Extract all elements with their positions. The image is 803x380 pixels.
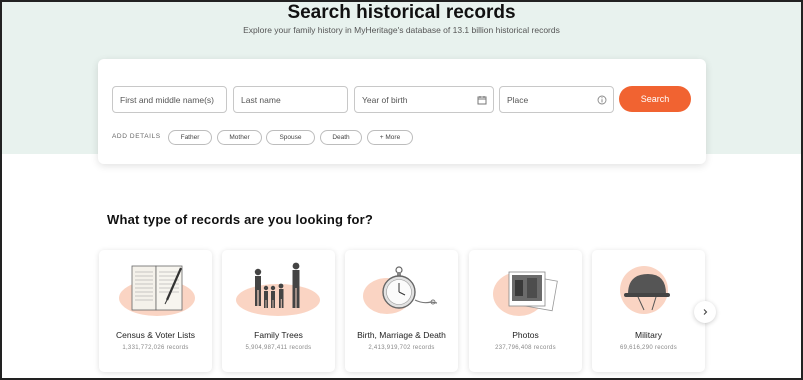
category-count: 69,616,290 records [619,345,678,351]
year-of-birth-placeholder: Year of birth [362,94,408,105]
page-title: Search historical records [287,2,516,23]
category-count: 2,413,919,702 records [368,345,435,351]
category-name: Birth, Marriage & Death [357,330,446,340]
year-of-birth-field[interactable]: Year of birth [354,86,494,113]
category-name: Family Trees [254,330,303,340]
category-card-photos[interactable]: Photos 237,796,408 records [469,250,582,372]
last-name-field[interactable]: Last name [233,86,348,113]
first-name-field[interactable]: First and middle name(s) [112,86,227,113]
census-book-icon [119,265,195,316]
add-details-label: ADD DETAILS [112,133,161,140]
category-name: Census & Voter Lists [116,330,195,340]
search-button[interactable]: Search [619,86,691,112]
category-card-family-trees[interactable]: Family Trees 5,904,987,411 records [222,250,335,372]
photos-stack-icon [493,271,558,316]
first-name-placeholder: First and middle name(s) [120,94,215,105]
chip-mother[interactable]: Mother [217,130,262,145]
category-name: Military [635,330,662,340]
chip-spouse[interactable]: Spouse [266,130,315,145]
category-card-census[interactable]: Census & Voter Lists 1,331,772,026 recor… [99,250,212,372]
category-card-military[interactable]: Military 69,616,290 records [592,250,705,372]
category-count: 5,904,987,411 records [245,345,312,351]
info-icon[interactable] [597,95,607,105]
search-card: First and middle name(s) Last name Year … [98,59,706,164]
category-name: Photos [512,330,539,340]
last-name-placeholder: Last name [241,94,281,105]
family-people-icon [236,262,320,316]
category-count: 237,796,408 records [495,345,556,351]
chip-more[interactable]: + More [367,130,413,145]
chip-father[interactable]: Father [168,130,212,145]
military-helmet-icon [620,266,670,314]
place-placeholder: Place [507,94,529,105]
category-count: 1,331,772,026 records [122,345,189,351]
chip-death[interactable]: Death [320,130,362,145]
category-card-birth-marriage-death[interactable]: Birth, Marriage & Death 2,413,919,702 re… [345,250,458,372]
pocket-watch-icon [363,266,438,314]
records-section-title: What type of records are you looking for… [107,212,374,227]
calendar-icon[interactable] [477,95,487,105]
page-subtitle: Explore your family history in MyHeritag… [243,25,560,35]
chevron-right-icon [703,309,708,315]
place-field[interactable]: Place [499,86,614,113]
carousel-next-button[interactable] [694,301,716,323]
